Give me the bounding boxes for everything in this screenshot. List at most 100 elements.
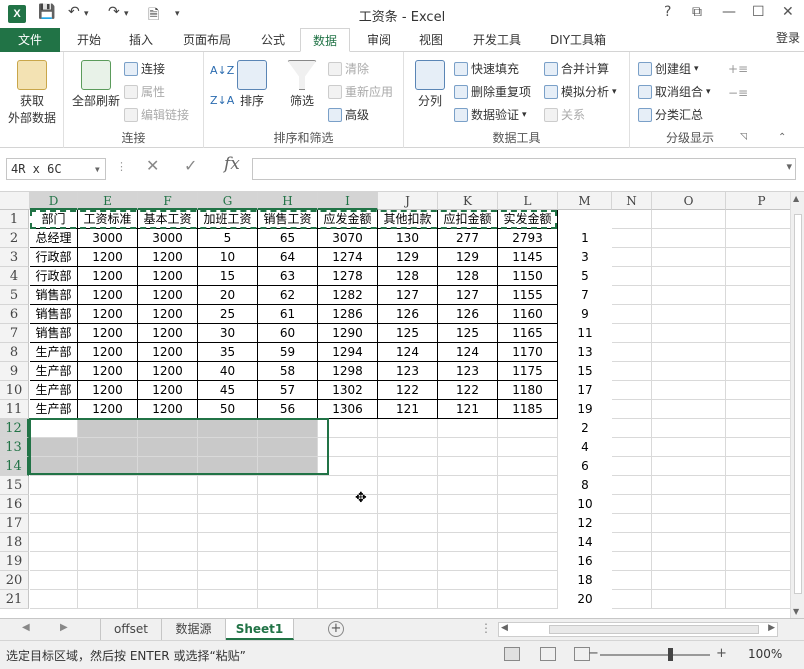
properties-button[interactable]: 属性 (124, 83, 165, 100)
empty-cell[interactable] (652, 476, 726, 495)
empty-cell[interactable] (652, 229, 726, 248)
sheet-tab-datasource[interactable]: 数据源 (162, 619, 226, 640)
column-m-cell[interactable]: 20 (559, 590, 611, 609)
table-cell[interactable] (378, 571, 438, 590)
table-cell[interactable]: 1298 (318, 362, 378, 381)
subtotal-button[interactable]: 分类汇总 (638, 106, 703, 123)
empty-cell[interactable] (726, 438, 790, 457)
maximize-icon[interactable]: ☐ (752, 4, 765, 20)
table-cell[interactable]: 57 (258, 381, 318, 400)
table-cell[interactable]: 1200 (78, 248, 138, 267)
empty-cell[interactable] (612, 590, 652, 609)
column-m-cell[interactable]: 12 (559, 514, 611, 533)
table-cell[interactable]: 10 (198, 248, 258, 267)
table-cell[interactable]: 生产部 (30, 400, 78, 419)
table-cell[interactable]: 3000 (78, 229, 138, 248)
help-icon[interactable]: ? (664, 4, 671, 20)
table-cell[interactable] (78, 571, 138, 590)
table-cell[interactable] (498, 590, 558, 609)
empty-cell[interactable] (726, 381, 790, 400)
table-cell[interactable]: 1200 (138, 400, 198, 419)
sheet-prev-icon[interactable]: ◀ (22, 622, 30, 633)
row-header-18[interactable]: 18 (0, 533, 29, 552)
table-cell[interactable]: 128 (438, 267, 498, 286)
empty-cell[interactable] (726, 419, 790, 438)
table-cell[interactable]: 1200 (138, 286, 198, 305)
table-cell[interactable]: 生产部 (30, 362, 78, 381)
empty-cell[interactable] (652, 438, 726, 457)
tab-insert[interactable]: 插入 (118, 28, 164, 52)
column-m-cell[interactable]: 4 (559, 438, 611, 457)
column-m-cell[interactable]: 13 (559, 343, 611, 362)
scroll-up-icon[interactable]: ▲ (793, 194, 799, 203)
enter-icon[interactable]: ✓ (184, 156, 197, 175)
tab-view[interactable]: 视图 (408, 28, 454, 52)
edit-links-button[interactable]: 编辑链接 (124, 106, 189, 123)
column-m-cell[interactable]: 18 (559, 571, 611, 590)
column-m-cell[interactable]: 19 (559, 400, 611, 419)
table-cell[interactable] (378, 495, 438, 514)
empty-cell[interactable] (726, 533, 790, 552)
empty-cell[interactable] (652, 210, 726, 229)
connections-button[interactable]: 连接 (124, 60, 165, 77)
table-cell[interactable]: 30 (198, 324, 258, 343)
row-header-5[interactable]: 5 (0, 286, 29, 305)
empty-cell[interactable] (652, 324, 726, 343)
minimize-icon[interactable]: — (722, 4, 736, 20)
empty-cell[interactable] (652, 305, 726, 324)
table-cell[interactable]: 1185 (498, 400, 558, 419)
empty-cell[interactable] (726, 476, 790, 495)
table-cell[interactable]: 122 (378, 381, 438, 400)
table-cell[interactable]: 1200 (78, 324, 138, 343)
empty-cell[interactable] (612, 457, 652, 476)
table-cell[interactable] (198, 514, 258, 533)
expand-formula-icon[interactable]: ▾ (786, 160, 792, 173)
empty-cell[interactable] (652, 533, 726, 552)
table-cell[interactable]: 1302 (318, 381, 378, 400)
table-cell[interactable]: 128 (378, 267, 438, 286)
table-cell[interactable] (318, 571, 378, 590)
table-cell[interactable]: 1200 (138, 267, 198, 286)
tab-page-layout[interactable]: 页面布局 (174, 28, 240, 52)
table-cell[interactable]: 行政部 (30, 267, 78, 286)
column-m-cell[interactable]: 7 (559, 286, 611, 305)
table-cell[interactable] (30, 514, 78, 533)
scroll-left-icon[interactable]: ◀ (501, 623, 508, 633)
table-cell[interactable] (498, 552, 558, 571)
empty-cell[interactable] (612, 571, 652, 590)
zoom-in-icon[interactable]: + (716, 646, 727, 661)
empty-cell[interactable] (652, 286, 726, 305)
empty-cell[interactable] (612, 229, 652, 248)
row-header-12[interactable]: 12 (0, 419, 29, 438)
close-icon[interactable]: ✕ (782, 4, 794, 20)
sheet-tab-offset[interactable]: offset (100, 619, 162, 640)
table-cell[interactable] (498, 457, 558, 476)
table-cell[interactable]: 1200 (78, 400, 138, 419)
zoom-out-icon[interactable]: − (588, 646, 599, 661)
table-cell[interactable] (438, 533, 498, 552)
column-m-cell[interactable]: 9 (559, 305, 611, 324)
tab-split-handle-icon[interactable]: ⋮ (480, 621, 492, 635)
empty-cell[interactable] (726, 210, 790, 229)
tab-data[interactable]: 数据 (300, 28, 350, 52)
column-header-p[interactable]: P (726, 192, 790, 210)
empty-cell[interactable] (726, 343, 790, 362)
table-cell[interactable]: 50 (198, 400, 258, 419)
advanced-filter-button[interactable]: 高级 (328, 106, 369, 123)
tab-formulas[interactable]: 公式 (250, 28, 296, 52)
empty-cell[interactable] (652, 248, 726, 267)
empty-cell[interactable] (612, 400, 652, 419)
table-cell[interactable] (318, 590, 378, 609)
table-cell[interactable]: 1200 (138, 362, 198, 381)
table-cell[interactable]: 61 (258, 305, 318, 324)
table-cell[interactable]: 1200 (138, 381, 198, 400)
table-cell[interactable] (378, 438, 438, 457)
table-cell[interactable] (318, 552, 378, 571)
table-cell[interactable] (30, 476, 78, 495)
table-cell[interactable]: 62 (258, 286, 318, 305)
empty-cell[interactable] (612, 343, 652, 362)
table-cell[interactable] (438, 514, 498, 533)
empty-cell[interactable] (612, 533, 652, 552)
table-cell[interactable] (378, 590, 438, 609)
consolidate-button[interactable]: 合并计算 (544, 60, 609, 77)
